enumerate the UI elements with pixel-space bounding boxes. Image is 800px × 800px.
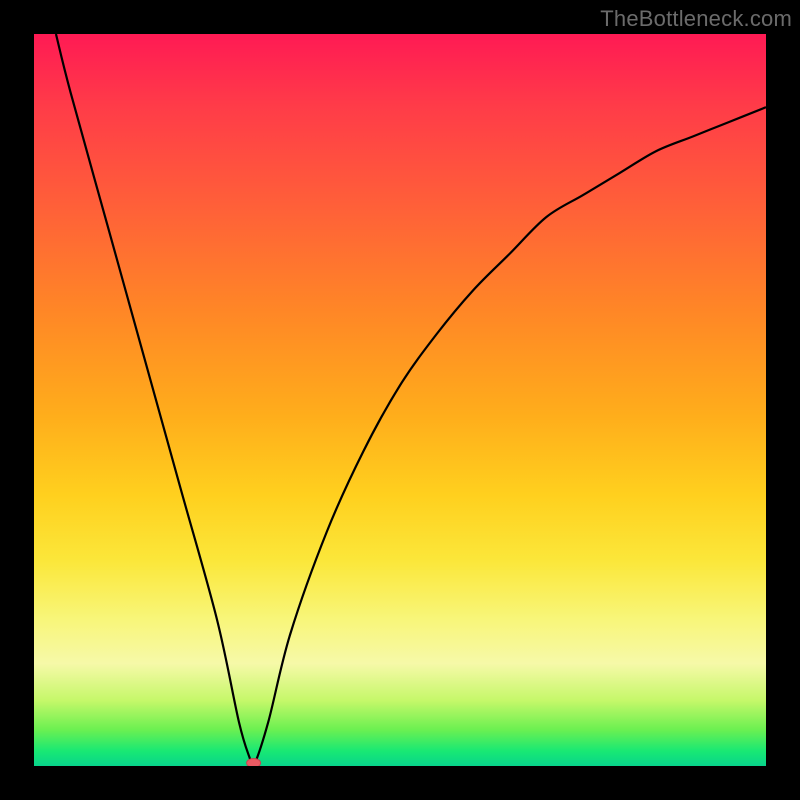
chart-frame: TheBottleneck.com [0, 0, 800, 800]
watermark-text: TheBottleneck.com [600, 6, 792, 32]
min-marker [247, 759, 261, 767]
curve-layer [34, 34, 766, 766]
bottleneck-curve [56, 34, 766, 766]
plot-area [34, 34, 766, 766]
